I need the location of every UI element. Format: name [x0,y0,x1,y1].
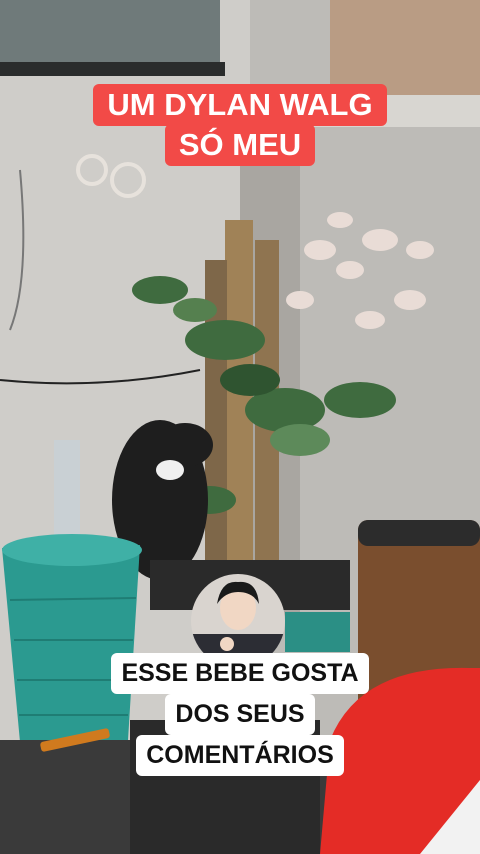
video-frame: UM DYLAN WALG SÓ MEU ESSE BEBE GOSTA DOS… [0,0,480,854]
bench-edge [358,520,480,546]
green-basket-rim [285,612,350,652]
top-caption: UM DYLAN WALG SÓ MEU [0,84,480,166]
top-caption-line2: SÓ MEU [164,124,316,166]
bottom-caption: ESSE BEBE GOSTA DOS SEUS COMENTÁRIOS [0,653,480,776]
picture-frame [0,0,220,70]
bottom-caption-line1: ESSE BEBE GOSTA [111,653,369,694]
shelf [0,62,225,76]
wooden-board [330,0,480,95]
top-caption-line1: UM DYLAN WALG [93,84,387,126]
bottom-caption-line3: COMENTÁRIOS [136,735,344,776]
bottom-caption-line2: DOS SEUS [165,694,315,735]
